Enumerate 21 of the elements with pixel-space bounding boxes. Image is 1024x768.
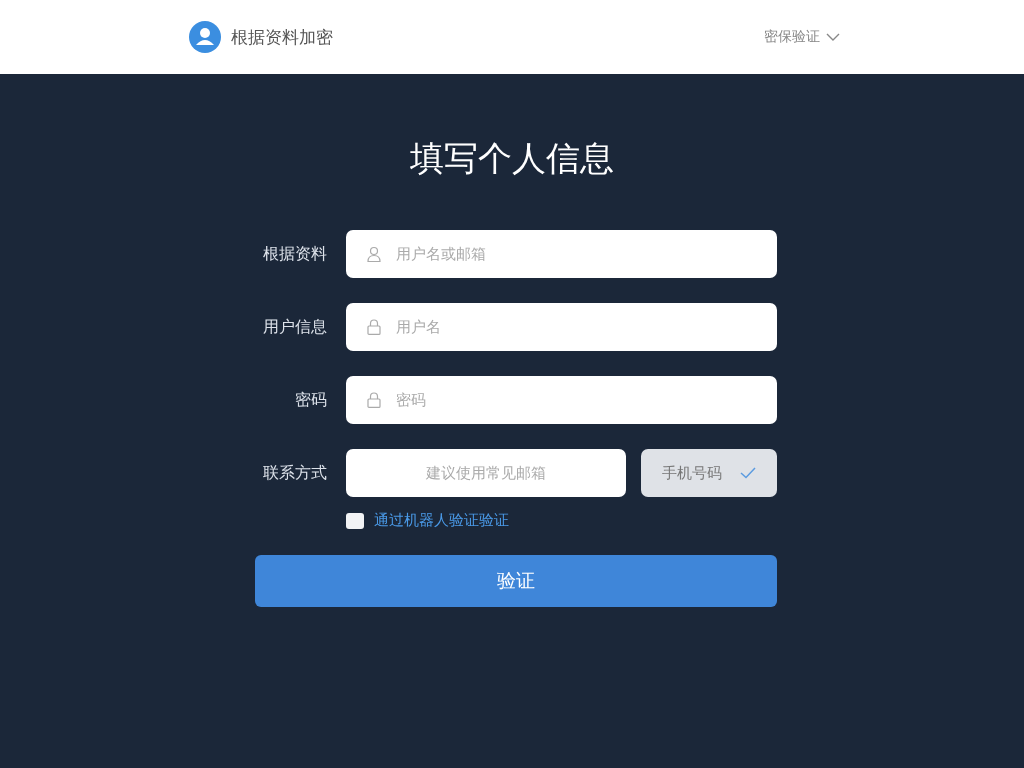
page-title: 填写个人信息 <box>410 137 614 180</box>
field-label: 联系方式 <box>261 462 327 484</box>
lock-icon <box>366 319 381 335</box>
phone-option-button[interactable]: 手机号码 <box>640 449 777 497</box>
password-field[interactable]: 密码 <box>345 376 777 424</box>
field-label: 密码 <box>293 389 327 411</box>
email-field[interactable]: 建议使用常见邮箱 <box>345 449 626 497</box>
checkmark-icon <box>739 467 756 479</box>
user-logo-icon <box>189 21 221 53</box>
field-label: 用户信息 <box>261 316 327 338</box>
text-field[interactable]: 用户名或邮箱 <box>345 230 777 278</box>
field-label: 根据资料 <box>261 243 327 265</box>
lock-icon <box>366 392 381 408</box>
verify-menu[interactable]: 密保验证 <box>764 28 840 46</box>
brand-name: 根据资料加密 <box>231 25 333 49</box>
verify-button[interactable]: 验证 <box>254 555 777 607</box>
captcha-checkbox[interactable] <box>345 512 364 529</box>
user-icon <box>366 246 381 262</box>
captcha-label: 通过机器人验证验证 <box>373 511 509 530</box>
chevron-down-icon <box>826 33 840 41</box>
text-field[interactable]: 用户名 <box>345 303 777 351</box>
